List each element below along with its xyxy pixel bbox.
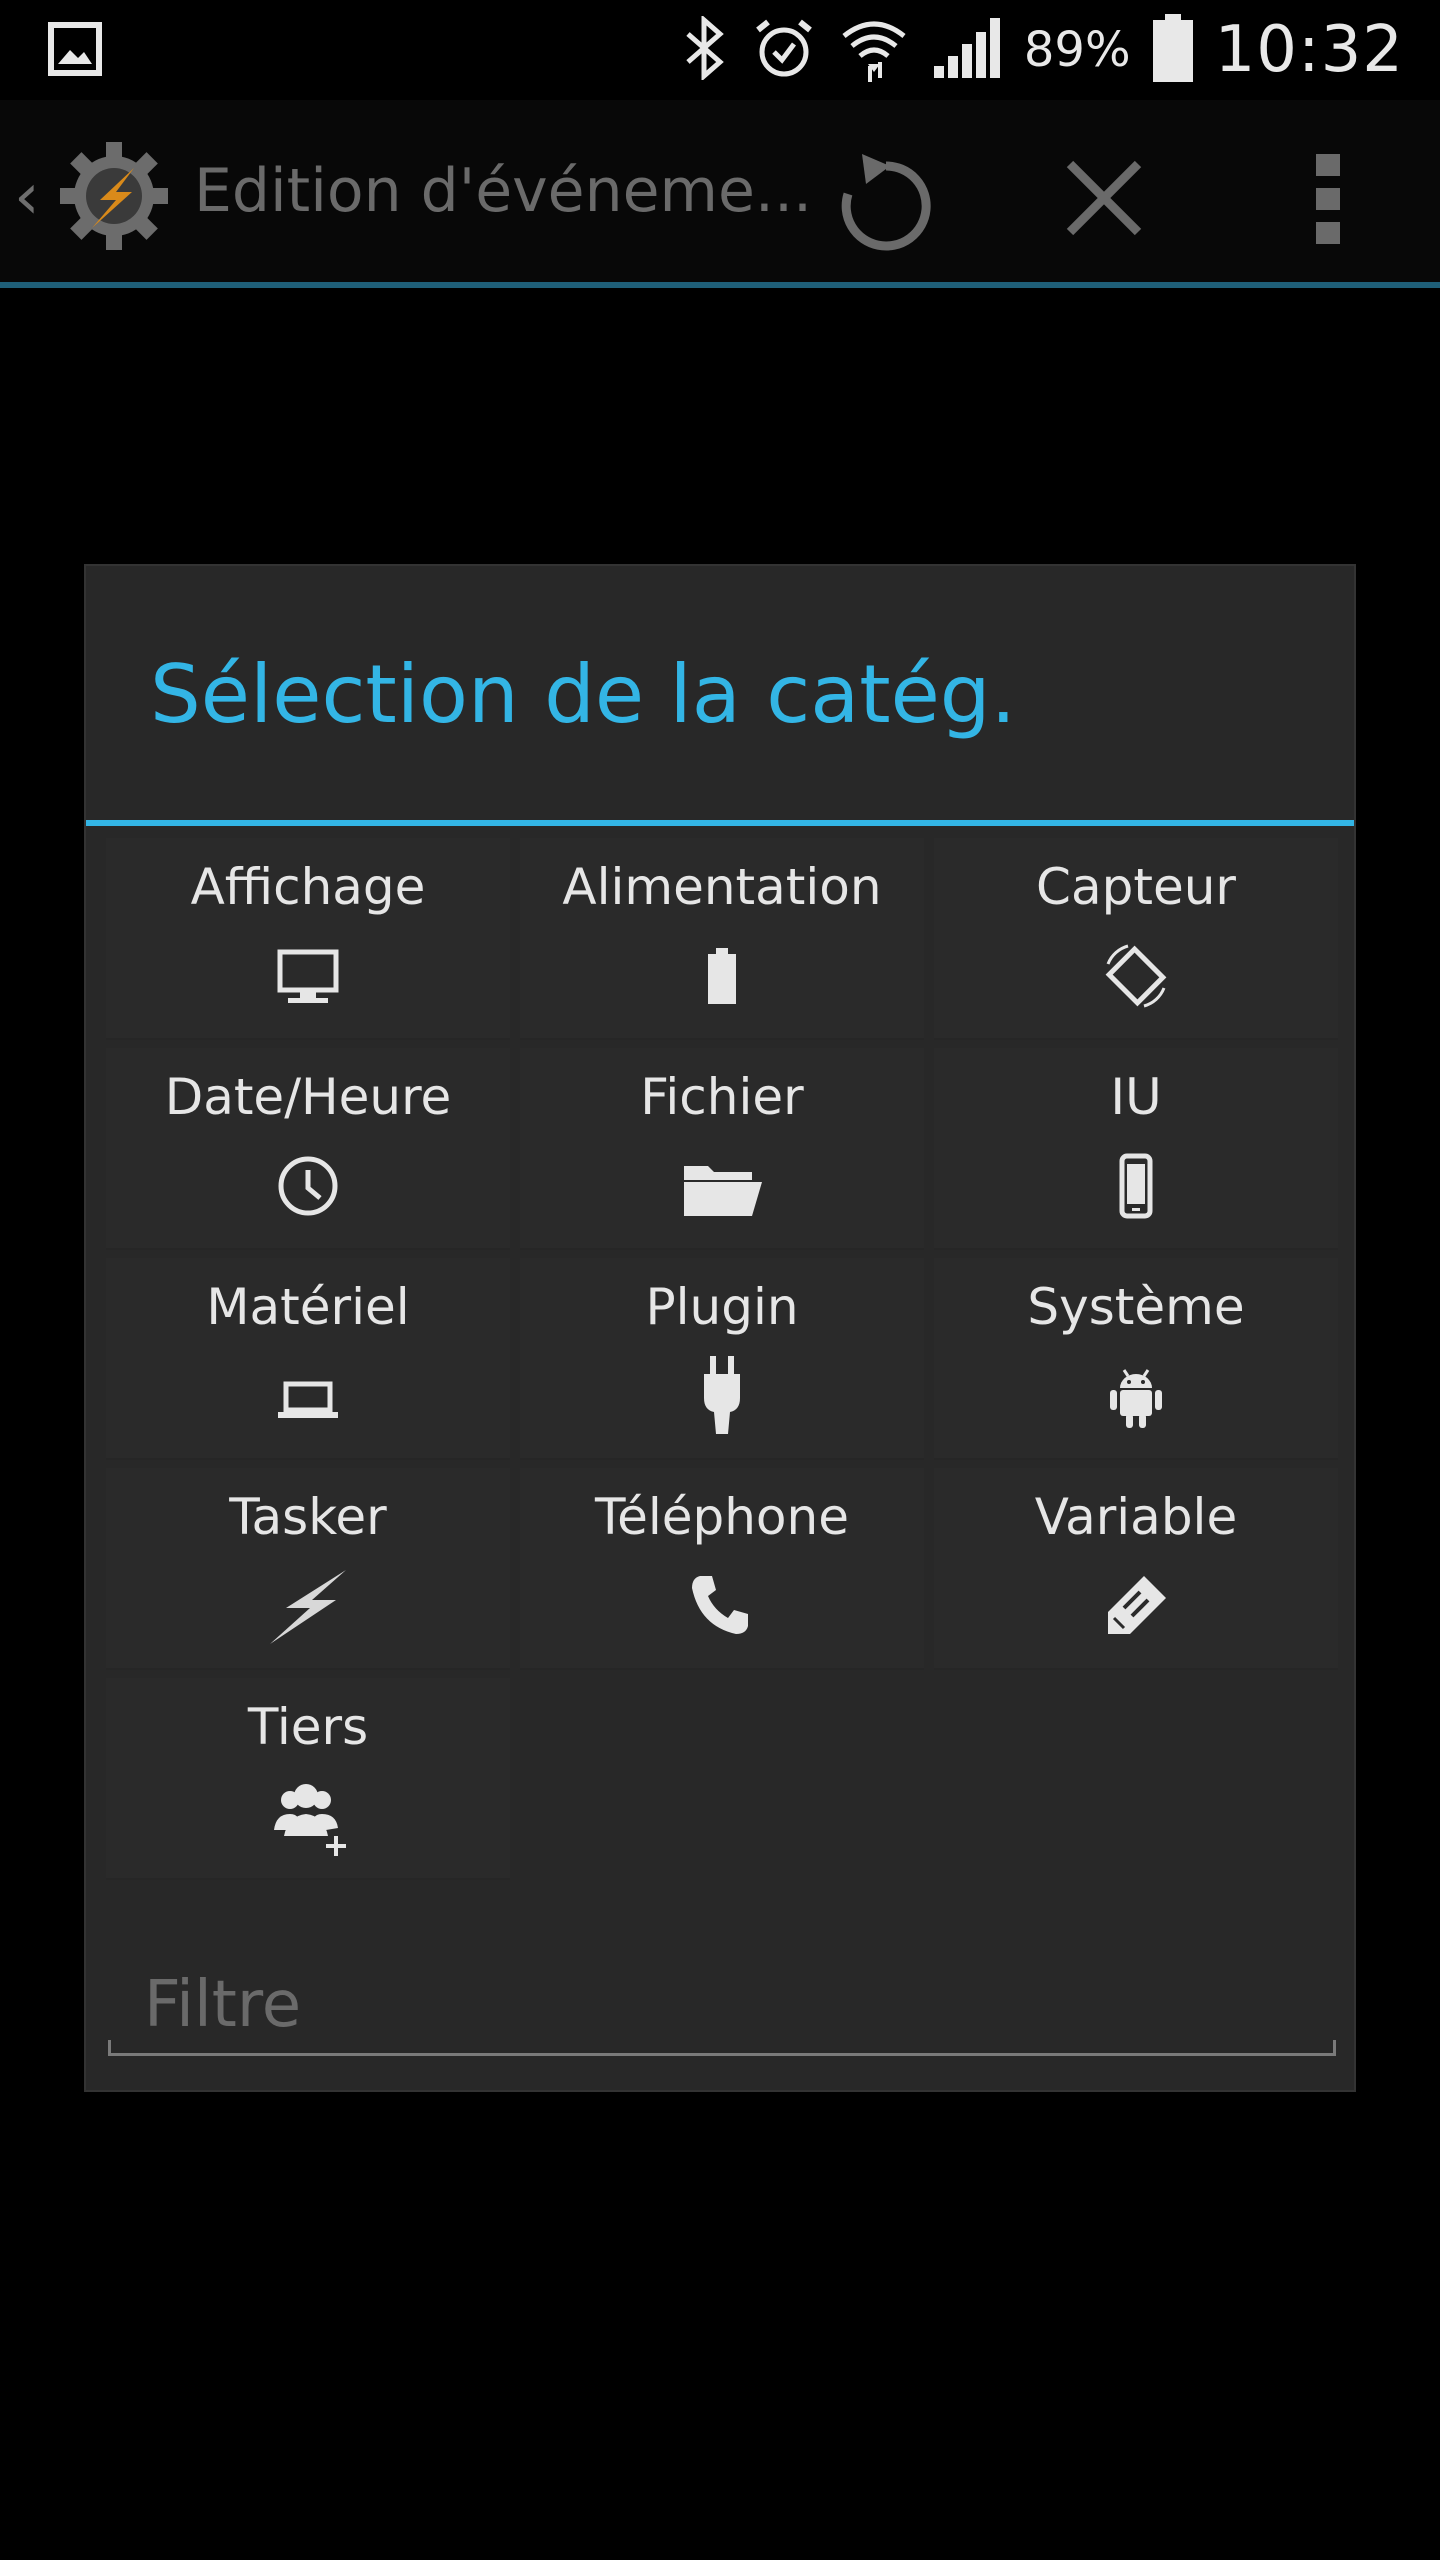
category-dialog: Sélection de la catég. Affichage Aliment… (84, 564, 1356, 2092)
category-systeme[interactable]: Système (934, 1258, 1338, 1460)
phone-device-icon (1094, 1144, 1178, 1228)
plug-icon (680, 1354, 764, 1438)
category-label: Plugin (645, 1278, 799, 1336)
folder-icon (680, 1144, 764, 1228)
monitor-icon (266, 934, 350, 1018)
battery-icon (1152, 14, 1193, 86)
filter-field[interactable] (108, 1960, 1336, 2056)
filter-input[interactable] (108, 1960, 1336, 2050)
category-label: Système (1027, 1278, 1245, 1336)
pencil-tag-icon (1094, 1564, 1178, 1648)
wifi-icon (838, 12, 910, 88)
category-telephone[interactable]: Téléphone (520, 1468, 924, 1670)
category-label: Variable (1034, 1488, 1238, 1546)
category-label: Date/Heure (164, 1068, 452, 1126)
category-alimentation[interactable]: Alimentation (520, 838, 924, 1040)
category-label: Affichage (190, 858, 426, 916)
category-label: Capteur (1036, 858, 1236, 916)
category-plugin[interactable]: Plugin (520, 1258, 924, 1460)
battery-percent: 89% (1023, 22, 1131, 78)
laptop-icon (266, 1354, 350, 1438)
back-chevron-icon[interactable]: ‹ (14, 160, 40, 234)
category-tiers[interactable]: Tiers (106, 1678, 510, 1880)
category-grid: Affichage Alimentation Capteur Date/Heur… (106, 838, 1338, 1880)
battery-icon (680, 934, 764, 1018)
tasker-icon[interactable] (56, 138, 172, 254)
category-iu[interactable]: IU (934, 1048, 1338, 1250)
add-users-icon (266, 1774, 350, 1858)
refresh-icon[interactable] (826, 144, 934, 252)
alarm-icon (752, 16, 816, 84)
gallery-icon (48, 22, 102, 80)
lightning-icon (266, 1564, 350, 1648)
clock-time: 10:32 (1214, 13, 1404, 87)
dialog-divider (86, 820, 1354, 826)
status-bar: 89% 10:32 (0, 0, 1440, 100)
overflow-menu-icon[interactable] (1274, 144, 1382, 252)
screen-rotation-icon (1094, 934, 1178, 1018)
category-label: Téléphone (595, 1488, 849, 1546)
bluetooth-icon (680, 14, 730, 84)
action-bar: ‹ Edition d'événeme... (0, 100, 1440, 288)
category-label: IU (1110, 1068, 1162, 1126)
android-icon (1094, 1354, 1178, 1438)
dialog-title: Sélection de la catég. (150, 648, 1017, 741)
category-date-heure[interactable]: Date/Heure (106, 1048, 510, 1250)
category-fichier[interactable]: Fichier (520, 1048, 924, 1250)
page-title: Edition d'événeme... (194, 156, 813, 226)
category-label: Tiers (247, 1698, 369, 1756)
category-label: Matériel (206, 1278, 410, 1336)
category-materiel[interactable]: Matériel (106, 1258, 510, 1460)
action-bar-divider (0, 282, 1440, 288)
category-variable[interactable]: Variable (934, 1468, 1338, 1670)
category-tasker[interactable]: Tasker (106, 1468, 510, 1670)
phone-handset-icon (680, 1564, 764, 1648)
category-capteur[interactable]: Capteur (934, 838, 1338, 1040)
signal-icon (932, 16, 1002, 84)
filter-underline (108, 2040, 1336, 2056)
category-affichage[interactable]: Affichage (106, 838, 510, 1040)
category-label: Alimentation (562, 858, 882, 916)
category-label: Fichier (640, 1068, 804, 1126)
clock-icon (266, 1144, 350, 1228)
close-icon[interactable] (1050, 144, 1158, 252)
category-label: Tasker (229, 1488, 387, 1546)
